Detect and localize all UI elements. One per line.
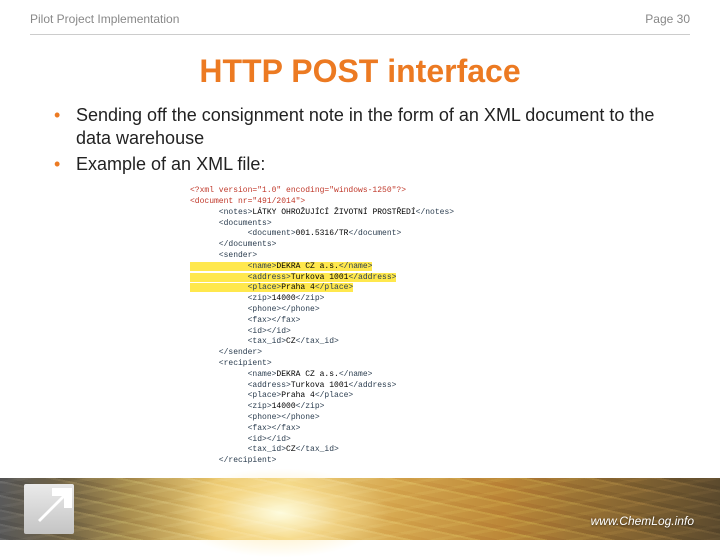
code-line: <place>Praha 4</place> xyxy=(190,283,530,294)
code-line: <phone></phone> xyxy=(190,413,530,424)
code-line: <zip>14000</zip> xyxy=(190,294,530,305)
code-line: <address>Turkova 1001</address> xyxy=(190,381,530,392)
slide-header: Pilot Project Implementation Page 30 xyxy=(0,0,720,34)
code-line: <recipient> xyxy=(190,359,530,370)
bullet-item: • Example of an XML file: xyxy=(54,153,666,176)
code-line: <documents> xyxy=(190,219,530,230)
code-line: <place>Praha 4</place> xyxy=(190,391,530,402)
code-line: <document nr="491/2014"> xyxy=(190,197,530,208)
code-line: <notes>LÁTKY OHROŽUJÍCÍ ŽIVOTNÍ PROSTŘED… xyxy=(190,208,530,219)
code-line: <tax_id>CZ</tax_id> xyxy=(190,445,530,456)
bullet-text: Sending off the consignment note in the … xyxy=(76,104,666,151)
slide-title: HTTP POST interface xyxy=(0,53,720,90)
xml-code-block: <?xml version="1.0" encoding="windows-12… xyxy=(190,186,530,467)
code-line: <name>DEKRA CZ a.s.</name> xyxy=(190,262,530,273)
header-left: Pilot Project Implementation xyxy=(30,12,179,26)
code-line: <id></id> xyxy=(190,327,530,338)
footer-texture xyxy=(0,478,720,540)
code-line: </documents> xyxy=(190,240,530,251)
bullet-text: Example of an XML file: xyxy=(76,153,666,176)
code-line: <fax></fax> xyxy=(190,424,530,435)
arrow-icon xyxy=(32,482,76,526)
logo xyxy=(24,470,88,534)
code-line: </sender> xyxy=(190,348,530,359)
code-line: <document>001.5316/TR</document> xyxy=(190,229,530,240)
code-line: </recipient> xyxy=(190,456,530,467)
bullet-item: • Sending off the consignment note in th… xyxy=(54,104,666,151)
header-page: Page 30 xyxy=(645,12,690,26)
bullet-icon: • xyxy=(54,153,76,176)
footer-url: www.ChemLog.info xyxy=(591,514,694,528)
code-line: <sender> xyxy=(190,251,530,262)
code-line: <id></id> xyxy=(190,435,530,446)
bullet-icon: • xyxy=(54,104,76,151)
code-line: <name>DEKRA CZ a.s.</name> xyxy=(190,370,530,381)
code-line: <fax></fax> xyxy=(190,316,530,327)
header-divider xyxy=(30,34,690,35)
code-line: <tax_id>CZ</tax_id> xyxy=(190,337,530,348)
code-line: <zip>14000</zip> xyxy=(190,402,530,413)
code-line: <?xml version="1.0" encoding="windows-12… xyxy=(190,186,530,197)
code-line: <address>Turkova 1001</address> xyxy=(190,273,530,284)
slide-content: • Sending off the consignment note in th… xyxy=(0,104,720,467)
slide-footer: www.ChemLog.info xyxy=(0,478,720,540)
code-line: <phone></phone> xyxy=(190,305,530,316)
